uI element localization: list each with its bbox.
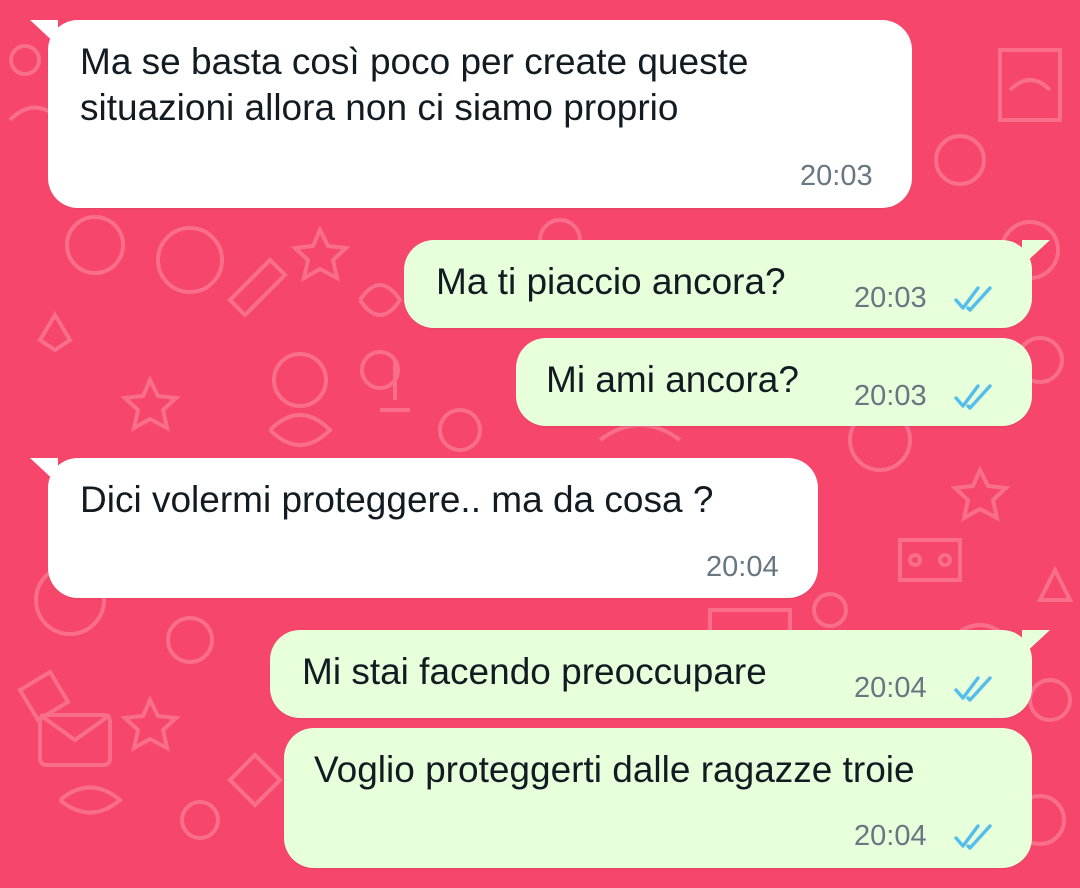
message-text: Ma se basta così poco per create queste [80, 41, 749, 82]
message-text: situazioni allora non ci siamo proprio [80, 87, 679, 128]
message-time: 20:04 [854, 672, 927, 704]
message-text: Voglio proteggerti dalle ragazze troie [314, 749, 915, 790]
message-bubble-outgoing[interactable]: Voglio proteggerti dalle ragazze troie 2… [284, 728, 1032, 868]
message-bubble-outgoing[interactable]: Mi stai facendo preoccupare 20:04 [270, 630, 1050, 718]
message-text: Ma ti piaccio ancora? [436, 261, 786, 302]
message-time: 20:04 [854, 820, 927, 852]
chat-background: Ma se basta così poco per create queste … [0, 0, 1080, 888]
message-time: 20:04 [706, 551, 779, 583]
double-check-read-icon [954, 286, 992, 312]
message-text: Dici volermi proteggere.. ma da cosa ? [80, 479, 714, 520]
message-bubble-outgoing[interactable]: Mi ami ancora? 20:03 [516, 338, 1032, 426]
double-check-read-icon [954, 824, 992, 850]
message-time: 20:03 [854, 282, 927, 314]
message-text: Mi stai facendo preoccupare [302, 651, 767, 692]
message-bubble-incoming[interactable]: Ma se basta così poco per create queste … [30, 20, 912, 208]
message-text: Mi ami ancora? [546, 359, 799, 400]
message-time: 20:03 [800, 160, 873, 192]
message-bubble-incoming[interactable]: Dici volermi proteggere.. ma da cosa ? 2… [30, 458, 818, 598]
double-check-read-icon [954, 384, 992, 410]
double-check-read-icon [954, 676, 992, 702]
message-time: 20:03 [854, 380, 927, 412]
message-bubble-outgoing[interactable]: Ma ti piaccio ancora? 20:03 [404, 240, 1050, 328]
